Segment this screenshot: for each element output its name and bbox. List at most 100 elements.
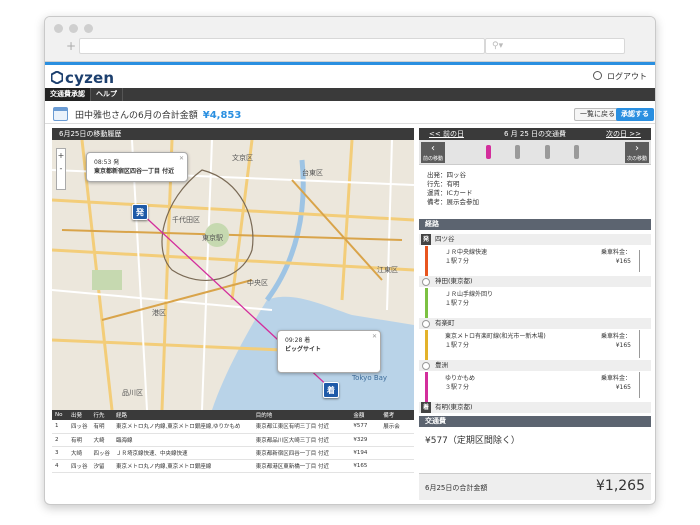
table-row[interactable]: 2 有明 大崎 臨海線 東京都品川区大崎三丁目 付近 ¥329 bbox=[52, 433, 414, 447]
cell: 有明 bbox=[90, 420, 113, 434]
table-row[interactable]: 4 四ッ谷 汐留 東京メトロ丸ノ内線,東京メトロ銀座線 東京都港区東新橋一丁目 付近 ¥1… bbox=[52, 459, 414, 473]
segment-stops: １駅７分 bbox=[445, 300, 470, 307]
route-map[interactable]: 文京区 台東区 千代田区 東京駅 中央区 江東区 港区 品川区 Tokyo Ba… bbox=[52, 140, 414, 410]
move-marker[interactable] bbox=[545, 145, 550, 159]
address-bar[interactable] bbox=[79, 38, 485, 54]
info-fare-type: 運賃：ICカード bbox=[427, 189, 473, 197]
end-time: 09:28 着 bbox=[285, 337, 311, 344]
browser-search-box[interactable]: ⚲▾ bbox=[485, 38, 625, 54]
col-header: No bbox=[52, 410, 68, 420]
route-detail: 発四ツ谷 ＪＲ中央線快速 １駅７分 乗車料金： ¥165 神田(東京都) ＪＲ山手線… bbox=[419, 230, 651, 416]
map-label: 中央区 bbox=[247, 278, 268, 287]
line-bar bbox=[425, 330, 428, 364]
close-icon[interactable]: ✕ bbox=[372, 332, 377, 341]
cell bbox=[380, 459, 414, 473]
start-badge-icon: 発 bbox=[421, 234, 431, 245]
info-departure: 出発：四ッ谷 bbox=[427, 171, 466, 179]
calendar-icon bbox=[53, 107, 68, 121]
station-name: 有楽町 bbox=[435, 319, 455, 327]
col-header: 出発 bbox=[67, 410, 91, 420]
start-pin-icon[interactable]: 発 bbox=[132, 204, 148, 220]
window-minimize-dot[interactable] bbox=[69, 24, 78, 33]
segment: ＪＲ中央線快速 １駅７分 bbox=[445, 248, 487, 266]
map-label: 文京区 bbox=[232, 153, 253, 162]
start-callout: ✕ 08:53 発東京都新宿区四谷一丁目 付近 bbox=[86, 152, 188, 182]
move-slider[interactable]: ‹ 前の移動 › 次の移動 bbox=[419, 140, 651, 165]
cell: 東京都港区東新橋一丁目 付近 bbox=[252, 459, 351, 473]
start-place: 東京都新宿区四谷一丁目 付近 bbox=[94, 168, 175, 175]
info-note: 備考：展示会参加 bbox=[427, 198, 479, 206]
prev-day-link[interactable]: << 前の日 bbox=[429, 128, 464, 140]
cell bbox=[380, 433, 414, 447]
info-destination: 行先：有明 bbox=[427, 180, 460, 188]
cell: 東京都新宿区四谷一丁目 付近 bbox=[252, 446, 351, 460]
updown-arrow-icon bbox=[639, 372, 640, 398]
move-marker[interactable] bbox=[574, 145, 579, 159]
approve-button[interactable]: 承認する bbox=[616, 108, 654, 121]
move-marker-active[interactable] bbox=[486, 145, 491, 159]
segment: ゆりかもめ ３駅７分 bbox=[445, 374, 475, 392]
fare-value: ¥165 bbox=[615, 258, 631, 265]
prev-move-button[interactable]: ‹ 前の移動 bbox=[421, 142, 445, 163]
fee-value: ¥577（定期区間除く） bbox=[425, 436, 520, 446]
cell: 2 bbox=[52, 433, 68, 447]
station-name: 四ツ谷 bbox=[435, 235, 455, 243]
segment-line: ＪＲ山手線外回り bbox=[445, 291, 494, 298]
cell: 東京都品川区大崎三丁目 付近 bbox=[252, 433, 351, 447]
chevron-right-icon: › bbox=[635, 143, 639, 154]
end-badge-icon: 着 bbox=[421, 402, 431, 413]
menu-item-expense-approval[interactable]: 交通費承認 bbox=[45, 88, 91, 101]
route-section-header: 経路 bbox=[419, 219, 651, 230]
move-marker[interactable] bbox=[515, 145, 520, 159]
cell: 展示会 bbox=[380, 420, 414, 434]
station-circle-icon bbox=[422, 278, 430, 286]
fare-label: 乗車料金： bbox=[600, 375, 631, 382]
prev-move-label: 前の移動 bbox=[422, 156, 443, 162]
segment-line: ゆりかもめ bbox=[445, 375, 476, 382]
zoom-out-button[interactable]: - bbox=[57, 162, 65, 175]
station-start: 発四ツ谷 bbox=[419, 234, 651, 245]
monthly-total-amount: ¥4,853 bbox=[202, 110, 242, 121]
close-icon[interactable]: ✕ bbox=[179, 154, 184, 163]
browser-chrome: + ⚲▾ bbox=[45, 17, 655, 62]
back-to-list-button[interactable]: 一覧に戻る bbox=[574, 108, 621, 121]
app-logo[interactable]: cyzen bbox=[51, 69, 114, 87]
cell: 東京メトロ丸ノ内線,東京メトロ銀座線,ゆりかもめ bbox=[112, 420, 253, 434]
menu-item-help[interactable]: ヘルプ bbox=[91, 88, 123, 101]
table-row[interactable]: 3 大崎 四ッ谷 ＪＲ埼京線快速、中央線快速 東京都新宿区四谷一丁目 付近 ¥194 bbox=[52, 446, 414, 460]
window-close-dot[interactable] bbox=[54, 24, 63, 33]
end-pin-icon[interactable]: 着 bbox=[323, 382, 339, 398]
logout-label: ログアウト bbox=[607, 72, 647, 81]
fare-label: 乗車料金： bbox=[600, 333, 631, 340]
col-header: 行先 bbox=[90, 410, 113, 420]
next-move-label: 次の移動 bbox=[626, 156, 647, 162]
fare-value: ¥165 bbox=[615, 342, 631, 349]
daily-total: 6月25日の合計金額 ¥1,265 bbox=[419, 473, 651, 500]
movement-history-panel: 6月25日の移動履歴 文京区 台東区 千代田区 東京駅 中央区 江東区 港区 品… bbox=[52, 128, 414, 473]
map-zoom-control[interactable]: + - bbox=[56, 148, 66, 190]
next-move-button[interactable]: › 次の移動 bbox=[625, 142, 649, 163]
search-icon: ⚲▾ bbox=[492, 41, 504, 51]
map-label: Tokyo Bay bbox=[351, 374, 387, 382]
map-panel-title: 6月25日の移動履歴 bbox=[52, 128, 414, 140]
daily-expense-panel: << 前の日 6 月 25 日の交通費 次の日 >> ‹ 前の移動 › 次の移動 出… bbox=[419, 128, 651, 500]
segment-line: 東京メトロ有楽町線(和光市ー新木場) bbox=[445, 333, 546, 340]
logo-text: cyzen bbox=[65, 69, 115, 87]
cell: 四ッ谷 bbox=[90, 446, 113, 460]
table-row[interactable]: 1 四ッ谷 有明 東京メトロ丸ノ内線,東京メトロ銀座線,ゆりかもめ 東京都江東区有明三丁… bbox=[52, 420, 414, 434]
segment-fare: 乗車料金： ¥165 bbox=[589, 374, 631, 392]
fare-value: ¥165 bbox=[615, 384, 631, 391]
map-label: 千代田区 bbox=[172, 215, 200, 224]
zoom-in-button[interactable]: + bbox=[57, 149, 65, 162]
station-end: 着有明(東京都) bbox=[419, 402, 651, 413]
end-callout: ✕ 09:28 着ビッグサイト bbox=[277, 330, 381, 373]
logout-button[interactable]: ログアウト bbox=[593, 71, 647, 82]
power-icon bbox=[593, 71, 602, 80]
window-maximize-dot[interactable] bbox=[84, 24, 93, 33]
cell: ＪＲ埼京線快速、中央線快速 bbox=[112, 446, 253, 460]
segment-stops: １駅７分 bbox=[445, 258, 470, 265]
station-name: 神田(東京都) bbox=[435, 277, 473, 285]
col-header: 備考 bbox=[380, 410, 414, 420]
segment: ＪＲ山手線外回り １駅７分 bbox=[445, 290, 493, 308]
next-day-link[interactable]: 次の日 >> bbox=[606, 128, 641, 140]
